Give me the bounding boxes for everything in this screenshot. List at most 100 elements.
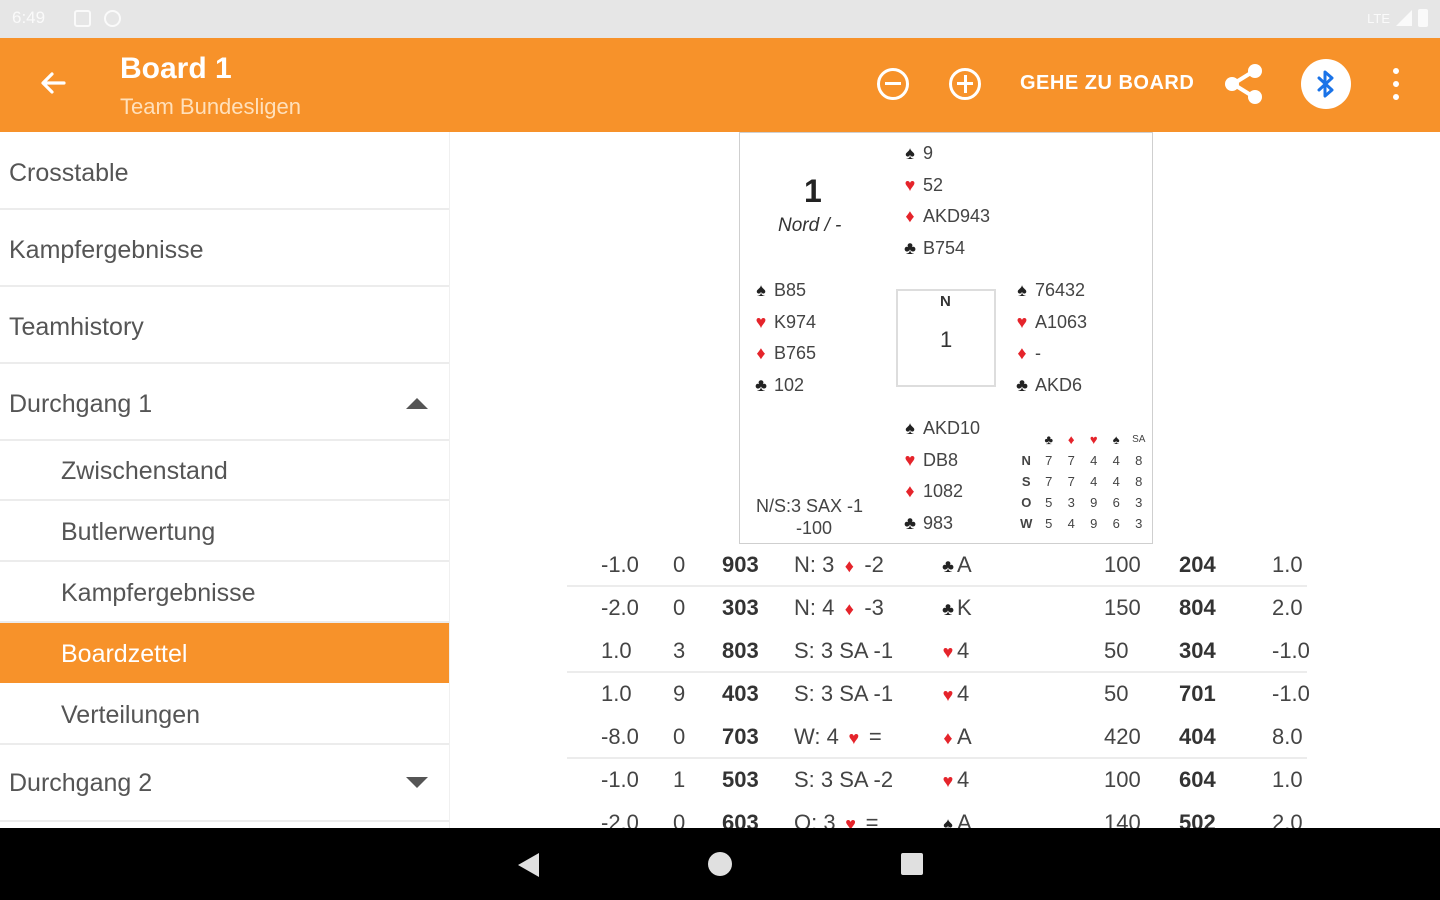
result-imp-right: -1.0: [1272, 638, 1310, 663]
result-row[interactable]: -2.0 0 603 O: 3 ♥ = ♠ A 140 502 2.0: [567, 802, 1307, 828]
result-team-b: 604: [1179, 767, 1216, 792]
home-icon[interactable]: [708, 852, 732, 876]
result-lead: ♣ K: [939, 595, 972, 621]
recents-icon[interactable]: [901, 853, 923, 875]
back-icon[interactable]: [518, 853, 539, 877]
result-score: 150: [1104, 595, 1141, 620]
lead-card: 4: [957, 638, 970, 663]
contract-text: S: 3 SA -2: [794, 767, 894, 792]
network-label: LTE: [1367, 10, 1390, 26]
zoom-out-icon[interactable]: [877, 68, 909, 100]
notification-icon: [74, 10, 91, 27]
diamond-icon: ♦: [1017, 343, 1027, 364]
club-icon: ♣: [904, 237, 916, 258]
result-team-b: 502: [1179, 810, 1216, 828]
result-score: 420: [1104, 724, 1141, 749]
share-icon[interactable]: [1222, 62, 1266, 106]
tricks-cell: 5: [1045, 516, 1053, 531]
nav-group-durchgang-2[interactable]: Durchgang 2: [0, 745, 449, 822]
contract-text: S: 3 SA -1: [794, 681, 894, 706]
lead-card: A: [957, 810, 972, 828]
bluetooth-icon[interactable]: [1301, 59, 1351, 109]
result-row[interactable]: -1.0 0 903 N: 3 ♦ -2 ♣ A 100 204 1.0: [567, 544, 1307, 587]
east-hearts: A1063: [1035, 311, 1088, 332]
result-imp-right: -1.0: [1272, 681, 1310, 706]
north-clubs: B754: [923, 237, 966, 258]
tricks-direction: O: [1021, 495, 1032, 510]
result-lead: ♠ A: [939, 810, 972, 828]
more-options-icon[interactable]: [1386, 64, 1406, 104]
result-row[interactable]: -8.0 0 703 W: 4 ♥ = ♦ A 420 404 8.0: [567, 716, 1307, 759]
zoom-in-icon[interactable]: [949, 68, 981, 100]
par-score: -100: [796, 518, 833, 538]
nav-item-verteilungen[interactable]: Verteilungen: [0, 683, 449, 745]
nav-group-label: Durchgang 2: [9, 769, 153, 797]
hand-west: ♠ B85 ♥ K974 ♦ B765 ♣ 102: [752, 275, 816, 401]
nav-item-zwischenstand[interactable]: Zwischenstand: [0, 441, 449, 501]
lead-card: K: [957, 595, 972, 620]
nav-item-boardzettel[interactable]: Boardzettel: [0, 623, 449, 683]
compass-board-number: 1: [940, 327, 953, 352]
nav-item-label: Boardzettel: [61, 640, 188, 668]
result-imp-left: -1.0: [601, 767, 639, 792]
result-row[interactable]: 1.0 3 803 S: 3 SA -1 ♥ 4 50 304 -1.0: [567, 630, 1310, 673]
result-team-b: 701: [1179, 681, 1216, 706]
status-indicators: LTE: [1367, 9, 1428, 27]
contract-text: O: 3: [794, 810, 836, 828]
lead-suit-icon: ♥: [942, 685, 954, 705]
page-title: Board 1: [120, 52, 232, 85]
west-clubs: 102: [774, 374, 805, 395]
heart-icon: ♥: [904, 174, 916, 195]
tricks-direction: W: [1020, 516, 1033, 531]
board-dealer-vulnerability: Nord / -: [778, 215, 842, 236]
north-spades: 9: [923, 143, 934, 164]
nav-item-label: Verteilungen: [61, 701, 201, 729]
nav-item-kampfergebnisse-sub[interactable]: Kampfergebnisse: [0, 562, 449, 623]
results-table: -1.0 0 903 N: 3 ♦ -2 ♣ A 100 204 1.0 -2.0 0 303 N: 4 ♦ -…: [567, 544, 1310, 828]
east-diamonds: -: [1035, 343, 1041, 364]
result-row[interactable]: 1.0 9 403 S: 3 SA -1 ♥ 4 50 701 -1.0: [567, 673, 1310, 716]
result-team-a: 903: [722, 552, 759, 577]
club-icon: ♣: [755, 374, 767, 395]
result-imp-right: 2.0: [1272, 595, 1303, 620]
page-subtitle: Team Bundesligen: [120, 94, 302, 119]
lead-suit-icon: ♦: [943, 728, 953, 748]
result-score: 100: [1104, 767, 1141, 792]
club-icon: ♣: [904, 512, 916, 533]
board-content: 1 Nord / - ♠ 9 ♥ 52 ♦ AKD943 ♣ B754 ♠ B85 ♥ K9…: [450, 132, 1440, 828]
result-imp-left: 1.0: [601, 638, 632, 663]
tricks-cell: 4: [1112, 453, 1120, 468]
result-row[interactable]: -1.0 1 503 S: 3 SA -2 ♥ 4 100 604 1.0: [567, 759, 1307, 802]
tricks-cell: 7: [1067, 474, 1075, 489]
south-hearts: DB8: [923, 449, 959, 470]
result-imp-right: 1.0: [1272, 767, 1303, 792]
north-hearts: 52: [923, 174, 944, 195]
nav-item-teamhistory[interactable]: Teamhistory: [0, 287, 449, 364]
tricks-cell: 7: [1045, 474, 1053, 489]
result-lead: ♦ A: [939, 724, 972, 750]
tricks-row: S 7 7 4 4 8: [1015, 471, 1150, 492]
tricks-header-club: ♣: [1044, 432, 1054, 447]
result-vp: 0: [673, 552, 686, 577]
back-arrow-icon[interactable]: [38, 68, 68, 104]
contract-result: =: [868, 724, 882, 749]
result-vp: 9: [673, 681, 686, 706]
result-imp-right: 8.0: [1272, 724, 1303, 749]
nav-item-kampfergebnisse[interactable]: Kampfergebnisse: [0, 210, 449, 287]
result-imp-left: -2.0: [601, 810, 639, 828]
east-clubs: AKD6: [1035, 374, 1083, 395]
lead-card: A: [957, 724, 972, 749]
result-row[interactable]: -2.0 0 303 N: 4 ♦ -3 ♣ K 150 804 2.0: [567, 587, 1307, 630]
nav-group-durchgang-1[interactable]: Durchgang 1: [0, 364, 449, 441]
result-imp-left: 1.0: [601, 681, 632, 706]
hand-east: ♠ 76432 ♥ A1063 ♦ - ♣ AKD6: [1013, 275, 1087, 401]
tricks-cell: 8: [1135, 474, 1143, 489]
tricks-cell: 3: [1135, 495, 1143, 510]
goto-board-button[interactable]: GEHE ZU BOARD: [1020, 72, 1194, 95]
nav-item-crosstable[interactable]: Crosstable: [0, 132, 449, 210]
tricks-cell: 4: [1067, 516, 1075, 531]
result-lead: ♥ 4: [939, 638, 970, 664]
nav-item-butlerwertung[interactable]: Butlerwertung: [0, 501, 449, 562]
contract-suit-icon: ♥: [848, 728, 860, 748]
diamond-icon: ♦: [905, 206, 915, 227]
